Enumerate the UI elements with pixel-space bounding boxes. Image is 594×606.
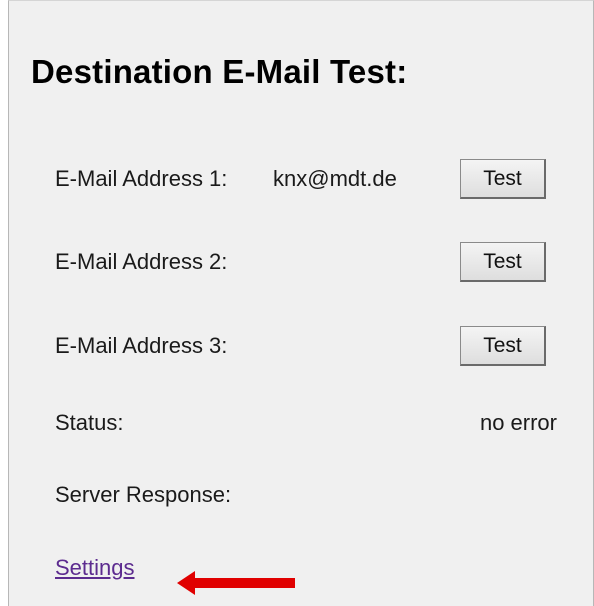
email-address-3-label: E-Mail Address 3: xyxy=(55,333,228,358)
status-label: Status: xyxy=(55,410,124,435)
test-email-2-button[interactable]: Test xyxy=(460,242,546,282)
left-arrow-icon xyxy=(177,571,295,595)
email-address-2-label: E-Mail Address 2: xyxy=(55,249,228,274)
email-test-panel: Destination E-Mail Test: E-Mail Address … xyxy=(8,0,594,606)
test-email-3-button[interactable]: Test xyxy=(460,326,546,366)
server-response-row: Server Response: xyxy=(55,475,575,515)
email-address-1-row: E-Mail Address 1: knx@mdt.de Test xyxy=(55,159,575,199)
email-address-3-row: E-Mail Address 3: Test xyxy=(55,326,575,366)
page-title: Destination E-Mail Test: xyxy=(31,53,408,90)
server-response-label: Server Response: xyxy=(55,482,232,507)
settings-link[interactable]: Settings xyxy=(55,555,135,581)
test-email-1-button[interactable]: Test xyxy=(460,159,546,199)
page-frame: Destination E-Mail Test: E-Mail Address … xyxy=(0,0,594,606)
email-address-1-value: knx@mdt.de xyxy=(273,166,397,191)
status-row: Status: no error xyxy=(55,403,575,443)
email-address-1-label: E-Mail Address 1: xyxy=(55,166,228,191)
email-address-2-row: E-Mail Address 2: Test xyxy=(55,242,575,282)
status-value: no error xyxy=(479,410,557,435)
